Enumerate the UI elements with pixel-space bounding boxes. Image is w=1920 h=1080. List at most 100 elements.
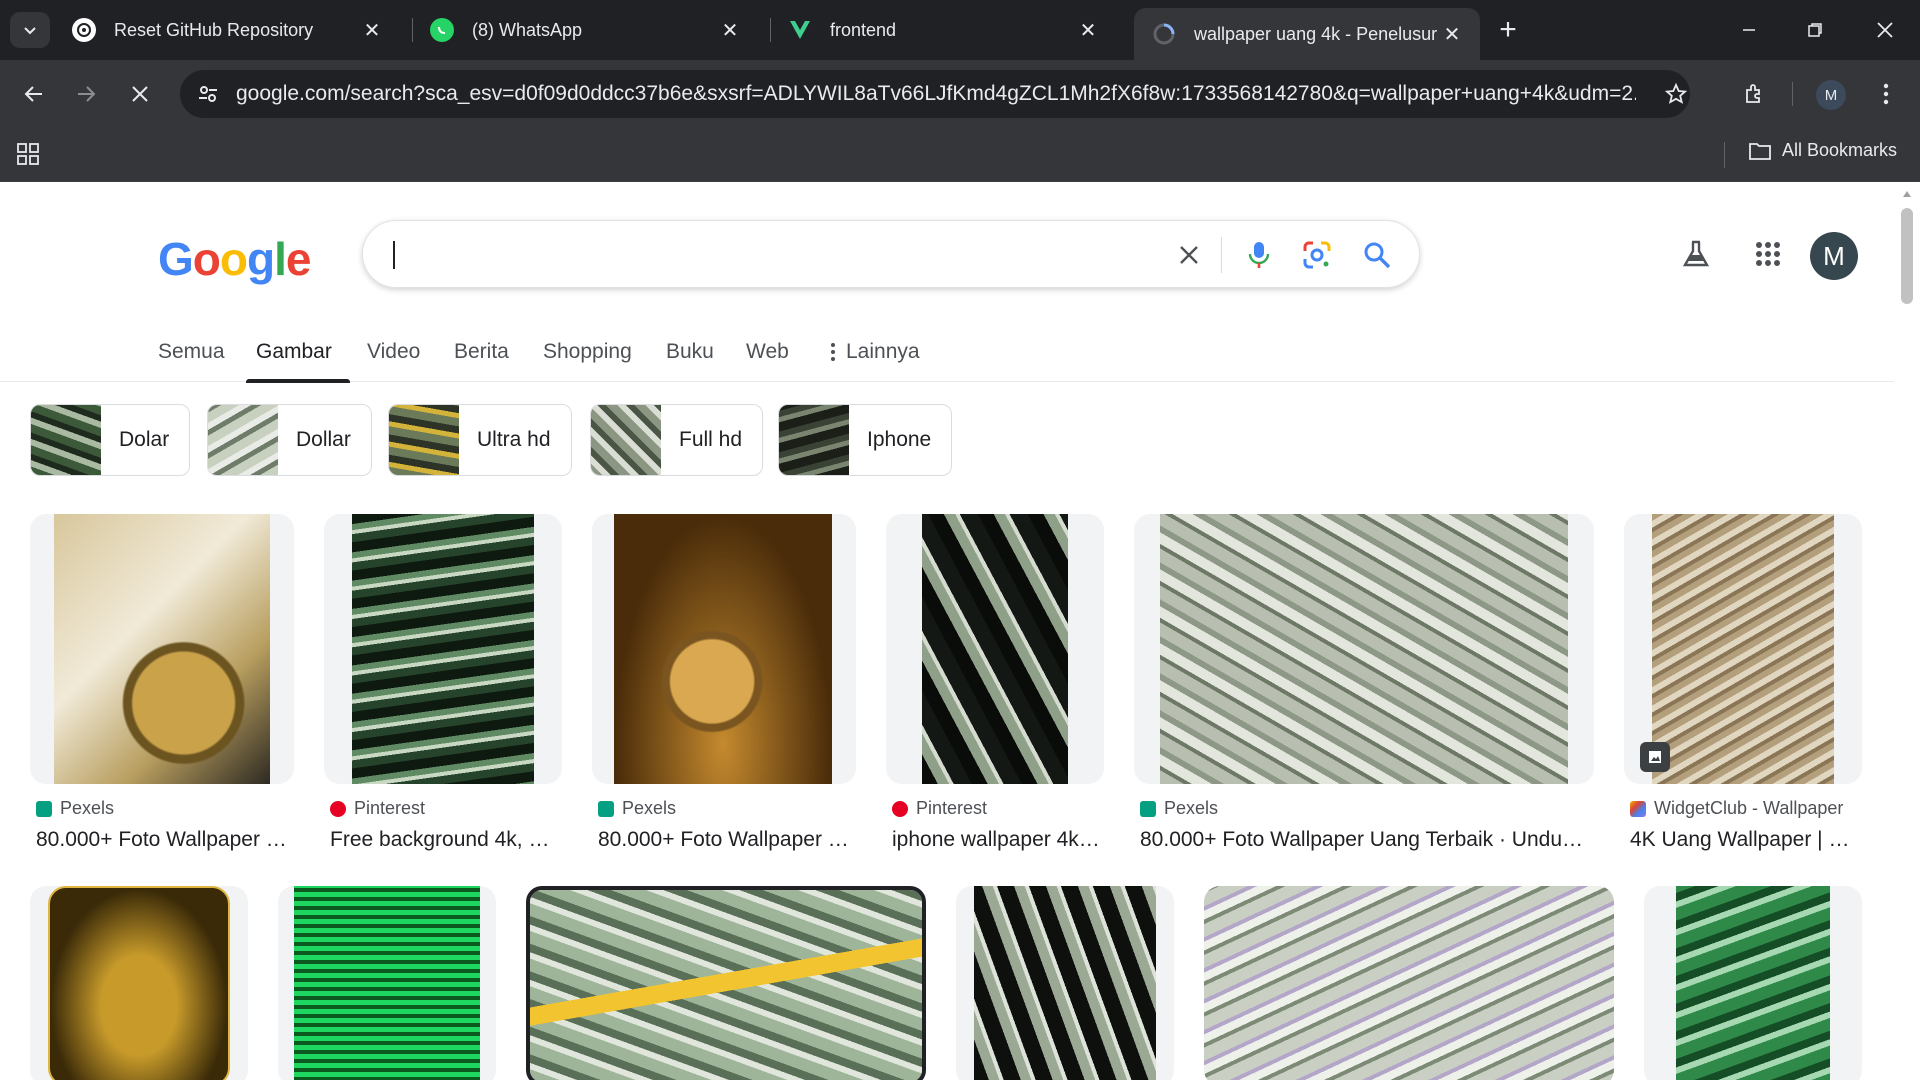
tab-reset-github[interactable]: Reset GitHub Repository ✕ — [54, 8, 400, 52]
logo-letter: o — [219, 233, 248, 285]
lens-search-button[interactable] — [1299, 237, 1335, 273]
close-tab-icon[interactable]: ✕ — [358, 16, 386, 44]
active-tab-indicator — [246, 379, 350, 383]
close-tab-icon[interactable]: ✕ — [1074, 16, 1102, 44]
google-logo[interactable]: Google — [158, 232, 311, 286]
tab-lainnya[interactable]: Lainnya — [830, 340, 920, 364]
browser-toolbar: google.com/search?sca_esv=d0f09d0ddcc37b… — [0, 60, 1920, 128]
browser-menu-button[interactable] — [1866, 74, 1906, 114]
url-text[interactable]: google.com/search?sca_esv=d0f09d0ddcc37b… — [236, 82, 1636, 106]
image-result[interactable] — [526, 886, 926, 1080]
profile-initial: M — [1824, 86, 1838, 104]
clear-search-button[interactable] — [1171, 237, 1207, 273]
tab-strip: Reset GitHub Repository ✕ (8) WhatsApp ✕… — [0, 0, 1920, 60]
bookmarks-divider — [1724, 142, 1725, 168]
address-bar[interactable]: google.com/search?sca_esv=d0f09d0ddcc37b… — [180, 70, 1690, 118]
arrow-left-icon — [24, 86, 42, 102]
close-tab-icon[interactable]: ✕ — [1438, 20, 1466, 48]
image-result[interactable]: Pexels 80.000+ Foto Wallpaper Uang Terba… — [592, 514, 856, 854]
labs-button[interactable] — [1676, 234, 1716, 274]
forward-button[interactable] — [66, 74, 106, 114]
restore-button[interactable] — [1790, 10, 1840, 50]
chip-full-hd[interactable]: Full hd — [590, 404, 764, 476]
google-apps-button[interactable] — [1748, 234, 1788, 274]
new-tab-button[interactable]: + — [1490, 13, 1526, 46]
bookmark-star-button[interactable] — [1656, 74, 1696, 114]
avatar-initial: M — [1823, 240, 1845, 271]
tab-title: (8) WhatsApp — [472, 19, 583, 40]
image-result[interactable] — [1204, 886, 1614, 1080]
close-icon — [132, 86, 148, 102]
result-source: Pinterest — [330, 798, 425, 819]
profile-avatar[interactable]: M — [1816, 80, 1846, 110]
image-result[interactable] — [956, 886, 1174, 1080]
tab-semua[interactable]: Semua — [158, 340, 225, 364]
tab-shopping[interactable]: Shopping — [543, 340, 632, 364]
tab-buku[interactable]: Buku — [666, 340, 714, 364]
folder-icon — [1749, 142, 1771, 160]
logo-letter: G — [158, 233, 194, 285]
image-result[interactable]: WidgetClub - Wallpaper 4K Uang Wallpaper… — [1624, 514, 1862, 854]
whatsapp-icon — [430, 18, 454, 42]
pexels-icon — [36, 800, 52, 817]
close-tab-icon[interactable]: ✕ — [716, 16, 744, 44]
source-name: Pinterest — [916, 798, 988, 818]
chip-dollar[interactable]: Dollar — [207, 404, 372, 476]
minimize-button[interactable] — [1724, 10, 1774, 50]
stop-loading-button[interactable] — [120, 74, 160, 114]
tab-berita[interactable]: Berita — [454, 340, 509, 364]
chip-label: Dolar — [119, 428, 170, 451]
image-result[interactable] — [30, 886, 248, 1080]
search-type-tabs: Semua Gambar Video Berita Shopping Buku … — [0, 332, 1894, 383]
image-result[interactable] — [278, 886, 496, 1080]
gold-phone-money-image — [48, 886, 230, 1080]
tab-gambar[interactable]: Gambar — [256, 340, 332, 364]
source-name: Pexels — [622, 798, 677, 818]
apps-grid-icon[interactable] — [16, 142, 40, 171]
image-result[interactable] — [1644, 886, 1862, 1080]
chip-label: Iphone — [867, 428, 932, 451]
tab-whatsapp[interactable]: (8) WhatsApp ✕ — [412, 8, 758, 52]
widgetclub-icon — [1630, 800, 1646, 817]
all-bookmarks-button[interactable]: All Bookmarks — [1748, 140, 1897, 161]
bitcoin-euro-image — [54, 514, 270, 784]
search-box[interactable] — [362, 220, 1420, 288]
flask-icon — [1682, 240, 1710, 267]
search-input[interactable] — [399, 235, 1179, 275]
money-pile-image — [1652, 514, 1834, 784]
voice-search-button[interactable] — [1241, 237, 1277, 273]
source-name: WidgetClub - Wallpaper — [1654, 798, 1844, 818]
search-submit-button[interactable] — [1359, 237, 1395, 273]
page-scrollbar[interactable] — [1894, 182, 1920, 1080]
image-result[interactable]: Pinterest Free background 4k, wallpaper … — [324, 514, 562, 854]
image-result[interactable]: Pexels 80.000+ Foto Wallpaper Uang Terba… — [30, 514, 294, 854]
scrollbar-thumb[interactable] — [1901, 208, 1913, 304]
toolbar-divider — [1792, 82, 1793, 106]
image-thumbnail-frame — [324, 514, 562, 784]
image-result[interactable]: Pexels 80.000+ Foto Wallpaper Uang Terba… — [1134, 514, 1594, 854]
chip-iphone[interactable]: Iphone — [778, 404, 953, 476]
result-title: 80.000+ Foto Wallpaper Uang Terbaik · Un… — [1140, 828, 1594, 851]
tab-web[interactable]: Web — [746, 340, 789, 364]
logo-letter: l — [274, 233, 287, 285]
image-badge-icon — [1640, 742, 1670, 772]
chip-dolar[interactable]: Dolar — [30, 404, 191, 476]
image-thumbnail-frame — [526, 886, 926, 1080]
more-vertical-icon — [1883, 83, 1889, 105]
back-button[interactable] — [14, 74, 54, 114]
chip-ultra-hd[interactable]: Ultra hd — [388, 404, 572, 476]
extensions-button[interactable] — [1734, 74, 1774, 114]
tab-frontend[interactable]: frontend ✕ — [770, 8, 1116, 52]
chevron-down-icon — [24, 27, 36, 35]
tab-video[interactable]: Video — [367, 340, 420, 364]
result-title: 80.000+ Foto Wallpaper Uang Terbaik — [598, 828, 852, 851]
close-window-button[interactable] — [1860, 10, 1910, 50]
tab-google-search-active[interactable]: wallpaper uang 4k - Penelusuran ✕ — [1134, 8, 1480, 60]
site-info-button[interactable] — [188, 74, 228, 114]
chip-label: Dollar — [296, 428, 351, 451]
chip-thumbnail — [591, 405, 661, 475]
tab-search-button[interactable] — [10, 12, 50, 48]
result-source: WidgetClub - Wallpaper — [1630, 798, 1843, 819]
account-avatar[interactable]: M — [1810, 232, 1858, 280]
image-result[interactable]: Pinterest iphone wallpaper 4k uang — [886, 514, 1104, 854]
